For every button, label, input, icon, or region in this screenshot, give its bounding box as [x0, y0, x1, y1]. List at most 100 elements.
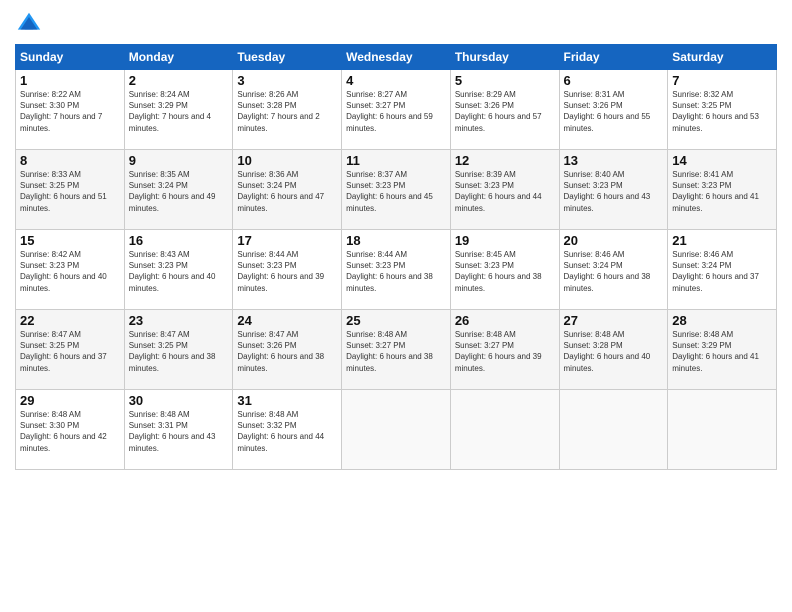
- day-number: 4: [346, 73, 446, 88]
- day-info: Sunrise: 8:27 AMSunset: 3:27 PMDaylight:…: [346, 89, 446, 134]
- calendar-cell: 13 Sunrise: 8:40 AMSunset: 3:23 PMDaylig…: [559, 150, 668, 230]
- day-info: Sunrise: 8:47 AMSunset: 3:25 PMDaylight:…: [129, 329, 229, 374]
- day-number: 13: [564, 153, 664, 168]
- day-info: Sunrise: 8:22 AMSunset: 3:30 PMDaylight:…: [20, 89, 120, 134]
- day-number: 31: [237, 393, 337, 408]
- day-number: 30: [129, 393, 229, 408]
- day-info: Sunrise: 8:33 AMSunset: 3:25 PMDaylight:…: [20, 169, 120, 214]
- day-info: Sunrise: 8:47 AMSunset: 3:25 PMDaylight:…: [20, 329, 120, 374]
- calendar-cell: 2 Sunrise: 8:24 AMSunset: 3:29 PMDayligh…: [124, 70, 233, 150]
- day-number: 20: [564, 233, 664, 248]
- col-header-tuesday: Tuesday: [233, 45, 342, 70]
- day-info: Sunrise: 8:41 AMSunset: 3:23 PMDaylight:…: [672, 169, 772, 214]
- day-info: Sunrise: 8:24 AMSunset: 3:29 PMDaylight:…: [129, 89, 229, 134]
- week-row-5: 29 Sunrise: 8:48 AMSunset: 3:30 PMDaylig…: [16, 390, 777, 470]
- header-row: SundayMondayTuesdayWednesdayThursdayFrid…: [16, 45, 777, 70]
- day-info: Sunrise: 8:48 AMSunset: 3:30 PMDaylight:…: [20, 409, 120, 454]
- calendar-cell: 24 Sunrise: 8:47 AMSunset: 3:26 PMDaylig…: [233, 310, 342, 390]
- calendar-cell: 7 Sunrise: 8:32 AMSunset: 3:25 PMDayligh…: [668, 70, 777, 150]
- day-info: Sunrise: 8:48 AMSunset: 3:32 PMDaylight:…: [237, 409, 337, 454]
- calendar-cell: 17 Sunrise: 8:44 AMSunset: 3:23 PMDaylig…: [233, 230, 342, 310]
- page: SundayMondayTuesdayWednesdayThursdayFrid…: [0, 0, 792, 612]
- day-info: Sunrise: 8:40 AMSunset: 3:23 PMDaylight:…: [564, 169, 664, 214]
- day-number: 6: [564, 73, 664, 88]
- day-number: 24: [237, 313, 337, 328]
- calendar-cell: [559, 390, 668, 470]
- calendar-cell: [668, 390, 777, 470]
- day-number: 25: [346, 313, 446, 328]
- day-info: Sunrise: 8:45 AMSunset: 3:23 PMDaylight:…: [455, 249, 555, 294]
- day-number: 9: [129, 153, 229, 168]
- day-info: Sunrise: 8:43 AMSunset: 3:23 PMDaylight:…: [129, 249, 229, 294]
- day-number: 11: [346, 153, 446, 168]
- day-number: 27: [564, 313, 664, 328]
- calendar-cell: 1 Sunrise: 8:22 AMSunset: 3:30 PMDayligh…: [16, 70, 125, 150]
- day-info: Sunrise: 8:36 AMSunset: 3:24 PMDaylight:…: [237, 169, 337, 214]
- col-header-friday: Friday: [559, 45, 668, 70]
- day-info: Sunrise: 8:31 AMSunset: 3:26 PMDaylight:…: [564, 89, 664, 134]
- calendar-cell: 25 Sunrise: 8:48 AMSunset: 3:27 PMDaylig…: [342, 310, 451, 390]
- calendar-cell: 6 Sunrise: 8:31 AMSunset: 3:26 PMDayligh…: [559, 70, 668, 150]
- day-info: Sunrise: 8:44 AMSunset: 3:23 PMDaylight:…: [237, 249, 337, 294]
- day-number: 18: [346, 233, 446, 248]
- day-number: 26: [455, 313, 555, 328]
- week-row-1: 1 Sunrise: 8:22 AMSunset: 3:30 PMDayligh…: [16, 70, 777, 150]
- header: [15, 10, 777, 38]
- day-info: Sunrise: 8:26 AMSunset: 3:28 PMDaylight:…: [237, 89, 337, 134]
- day-info: Sunrise: 8:48 AMSunset: 3:27 PMDaylight:…: [455, 329, 555, 374]
- calendar-cell: 20 Sunrise: 8:46 AMSunset: 3:24 PMDaylig…: [559, 230, 668, 310]
- day-number: 2: [129, 73, 229, 88]
- calendar-cell: 14 Sunrise: 8:41 AMSunset: 3:23 PMDaylig…: [668, 150, 777, 230]
- day-number: 16: [129, 233, 229, 248]
- day-info: Sunrise: 8:42 AMSunset: 3:23 PMDaylight:…: [20, 249, 120, 294]
- calendar-cell: 8 Sunrise: 8:33 AMSunset: 3:25 PMDayligh…: [16, 150, 125, 230]
- week-row-2: 8 Sunrise: 8:33 AMSunset: 3:25 PMDayligh…: [16, 150, 777, 230]
- calendar-cell: 10 Sunrise: 8:36 AMSunset: 3:24 PMDaylig…: [233, 150, 342, 230]
- week-row-4: 22 Sunrise: 8:47 AMSunset: 3:25 PMDaylig…: [16, 310, 777, 390]
- calendar-cell: 16 Sunrise: 8:43 AMSunset: 3:23 PMDaylig…: [124, 230, 233, 310]
- day-number: 21: [672, 233, 772, 248]
- day-info: Sunrise: 8:29 AMSunset: 3:26 PMDaylight:…: [455, 89, 555, 134]
- col-header-monday: Monday: [124, 45, 233, 70]
- day-number: 19: [455, 233, 555, 248]
- calendar-cell: 9 Sunrise: 8:35 AMSunset: 3:24 PMDayligh…: [124, 150, 233, 230]
- day-number: 17: [237, 233, 337, 248]
- week-row-3: 15 Sunrise: 8:42 AMSunset: 3:23 PMDaylig…: [16, 230, 777, 310]
- calendar-cell: 15 Sunrise: 8:42 AMSunset: 3:23 PMDaylig…: [16, 230, 125, 310]
- day-info: Sunrise: 8:46 AMSunset: 3:24 PMDaylight:…: [672, 249, 772, 294]
- calendar-cell: 27 Sunrise: 8:48 AMSunset: 3:28 PMDaylig…: [559, 310, 668, 390]
- calendar-cell: 23 Sunrise: 8:47 AMSunset: 3:25 PMDaylig…: [124, 310, 233, 390]
- day-info: Sunrise: 8:48 AMSunset: 3:27 PMDaylight:…: [346, 329, 446, 374]
- calendar-cell: 26 Sunrise: 8:48 AMSunset: 3:27 PMDaylig…: [450, 310, 559, 390]
- day-info: Sunrise: 8:44 AMSunset: 3:23 PMDaylight:…: [346, 249, 446, 294]
- calendar-cell: 21 Sunrise: 8:46 AMSunset: 3:24 PMDaylig…: [668, 230, 777, 310]
- logo: [15, 10, 47, 38]
- day-number: 14: [672, 153, 772, 168]
- calendar-cell: 5 Sunrise: 8:29 AMSunset: 3:26 PMDayligh…: [450, 70, 559, 150]
- day-info: Sunrise: 8:46 AMSunset: 3:24 PMDaylight:…: [564, 249, 664, 294]
- day-info: Sunrise: 8:32 AMSunset: 3:25 PMDaylight:…: [672, 89, 772, 134]
- day-info: Sunrise: 8:37 AMSunset: 3:23 PMDaylight:…: [346, 169, 446, 214]
- day-number: 3: [237, 73, 337, 88]
- calendar-cell: 22 Sunrise: 8:47 AMSunset: 3:25 PMDaylig…: [16, 310, 125, 390]
- day-info: Sunrise: 8:35 AMSunset: 3:24 PMDaylight:…: [129, 169, 229, 214]
- day-info: Sunrise: 8:47 AMSunset: 3:26 PMDaylight:…: [237, 329, 337, 374]
- calendar-cell: 3 Sunrise: 8:26 AMSunset: 3:28 PMDayligh…: [233, 70, 342, 150]
- calendar-cell: 11 Sunrise: 8:37 AMSunset: 3:23 PMDaylig…: [342, 150, 451, 230]
- calendar-cell: [450, 390, 559, 470]
- calendar-cell: 31 Sunrise: 8:48 AMSunset: 3:32 PMDaylig…: [233, 390, 342, 470]
- day-number: 7: [672, 73, 772, 88]
- calendar-cell: 12 Sunrise: 8:39 AMSunset: 3:23 PMDaylig…: [450, 150, 559, 230]
- day-number: 5: [455, 73, 555, 88]
- logo-icon: [15, 10, 43, 38]
- col-header-thursday: Thursday: [450, 45, 559, 70]
- col-header-sunday: Sunday: [16, 45, 125, 70]
- calendar-cell: [342, 390, 451, 470]
- day-info: Sunrise: 8:48 AMSunset: 3:29 PMDaylight:…: [672, 329, 772, 374]
- day-number: 1: [20, 73, 120, 88]
- day-number: 22: [20, 313, 120, 328]
- day-info: Sunrise: 8:48 AMSunset: 3:31 PMDaylight:…: [129, 409, 229, 454]
- calendar-table: SundayMondayTuesdayWednesdayThursdayFrid…: [15, 44, 777, 470]
- calendar-cell: 29 Sunrise: 8:48 AMSunset: 3:30 PMDaylig…: [16, 390, 125, 470]
- col-header-saturday: Saturday: [668, 45, 777, 70]
